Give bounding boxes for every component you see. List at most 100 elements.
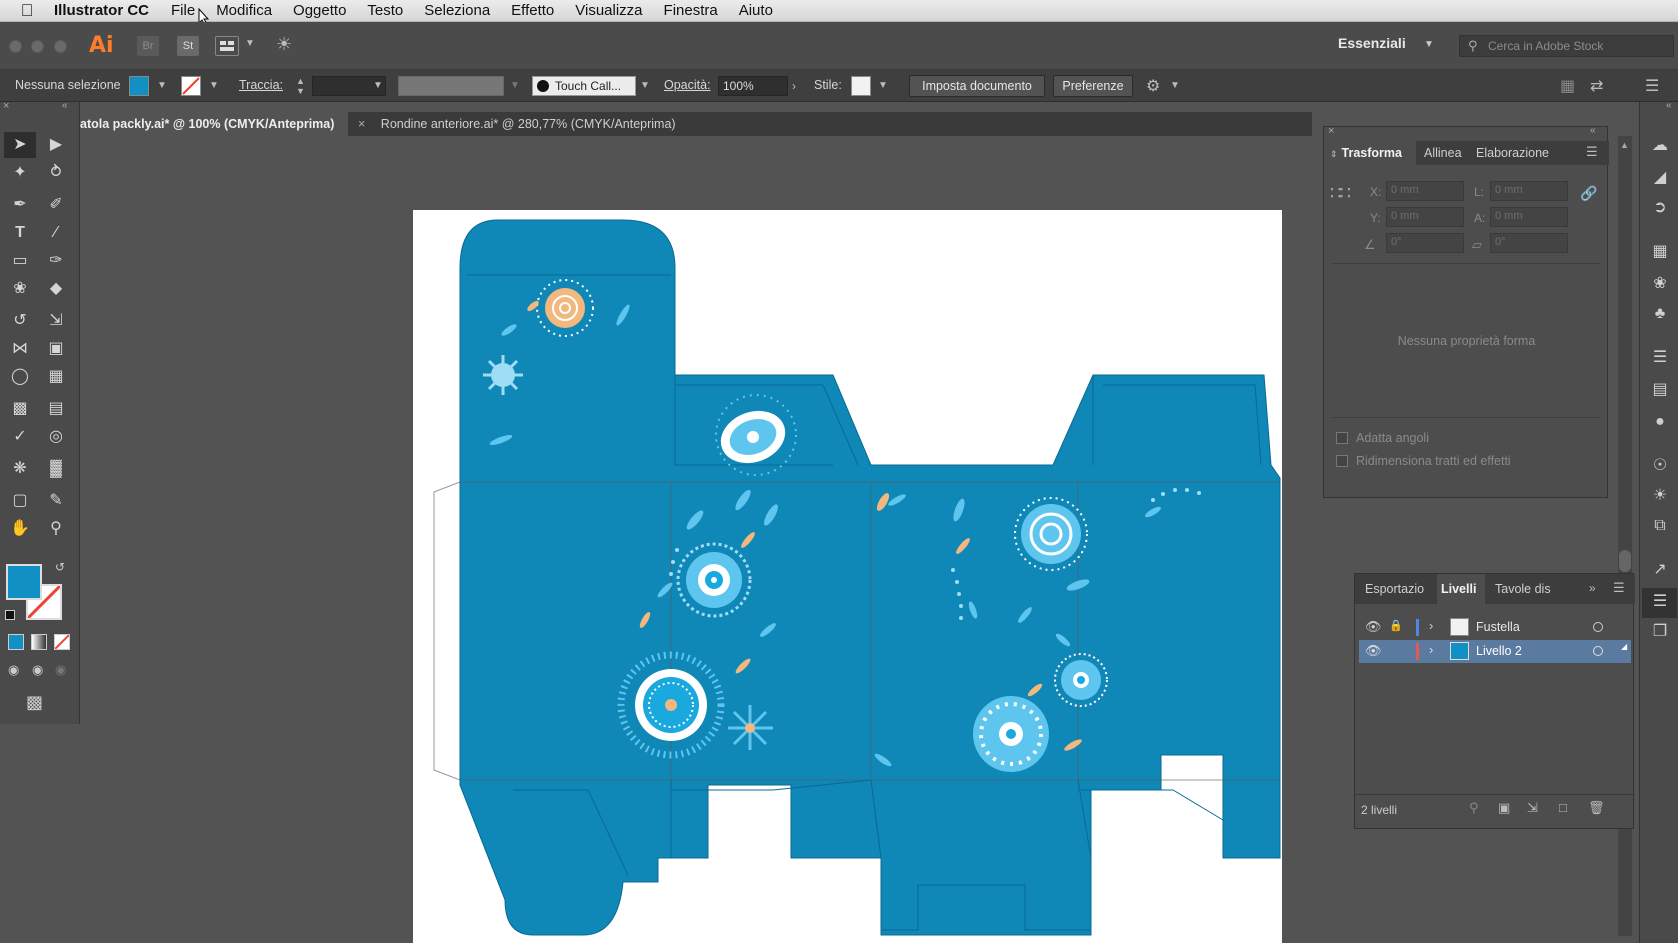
panel-menu-icon[interactable]: ☰ bbox=[1586, 144, 1598, 160]
variable-width-profile[interactable] bbox=[398, 76, 504, 96]
magic-wand-tool-icon[interactable]: ✦ bbox=[9, 162, 31, 184]
screen-mode-icon[interactable]: ▩ bbox=[26, 692, 43, 713]
stroke-swatch[interactable] bbox=[181, 76, 201, 96]
swatches-icon[interactable]: ▦ bbox=[1650, 242, 1670, 262]
symbols-icon[interactable]: ♣ bbox=[1650, 304, 1670, 324]
document-setup-button[interactable]: Imposta documento bbox=[909, 75, 1045, 97]
y-field[interactable]: 0 mm bbox=[1386, 207, 1464, 227]
ridimensiona-tratti-checkbox[interactable] bbox=[1336, 455, 1348, 467]
menu-visualizza[interactable]: Visualizza bbox=[575, 2, 642, 19]
isolate-icon[interactable]: ⇄ bbox=[1590, 76, 1603, 96]
curvature-tool-icon[interactable]: ✐ bbox=[45, 194, 67, 216]
hand-tool-icon[interactable]: ✋ bbox=[9, 518, 31, 540]
brush-definition[interactable]: Touch Call... bbox=[532, 76, 636, 96]
color-mode-icon[interactable] bbox=[8, 634, 24, 650]
height-field[interactable]: 0 mm bbox=[1490, 207, 1568, 227]
gpu-performance-icon[interactable]: ☀ bbox=[276, 34, 292, 55]
graphic-styles-icon[interactable]: ☀ bbox=[1650, 486, 1670, 506]
menu-effetto[interactable]: Effetto bbox=[511, 2, 554, 19]
chevron-right-icon[interactable]: › bbox=[1429, 618, 1433, 633]
new-layer-icon[interactable]: □ bbox=[1559, 800, 1567, 815]
stock-search-input[interactable]: ⚲ Cerca in Adobe Stock bbox=[1459, 35, 1674, 57]
menu-testo[interactable]: Testo bbox=[367, 2, 403, 19]
draw-behind-icon[interactable]: ◉ bbox=[32, 662, 43, 678]
lock-icon[interactable]: 🔒 bbox=[1389, 619, 1403, 632]
box-dieline-artwork[interactable] bbox=[413, 210, 1282, 943]
shear-field[interactable]: 0° bbox=[1490, 233, 1568, 253]
draw-normal-icon[interactable]: ◉ bbox=[8, 662, 19, 678]
shaper-tool-icon[interactable]: ❀ bbox=[9, 278, 31, 300]
close-panel-icon[interactable]: × bbox=[1328, 125, 1334, 137]
rectangle-tool-icon[interactable]: ▭ bbox=[9, 250, 31, 272]
symbol-sprayer-tool-icon[interactable]: ❋ bbox=[9, 458, 31, 480]
stroke-weight-stepper[interactable]: ▲▼ bbox=[296, 76, 308, 96]
arrange-documents-icon[interactable] bbox=[215, 36, 239, 56]
direct-selection-tool-icon[interactable]: ▶ bbox=[45, 134, 67, 156]
target-circle-icon[interactable] bbox=[1593, 646, 1603, 656]
more-tabs-icon[interactable]: » bbox=[1589, 581, 1596, 595]
visibility-eye-icon[interactable]: 👁 bbox=[1365, 643, 1382, 659]
properties-icon[interactable]: ◢ bbox=[1650, 168, 1670, 188]
type-tool-icon[interactable]: T bbox=[9, 222, 31, 244]
collapse-panel-icon[interactable]: « bbox=[1590, 125, 1596, 136]
chevron-up-icon[interactable]: ▲ bbox=[1620, 140, 1629, 150]
opacity-field[interactable]: 100% bbox=[718, 76, 788, 96]
pen-tool-icon[interactable]: ✒ bbox=[9, 194, 31, 216]
artboard[interactable] bbox=[413, 210, 1282, 943]
chevron-down-icon[interactable]: ▼ bbox=[640, 76, 652, 96]
eyedropper-tool-icon[interactable]: ✓ bbox=[9, 426, 31, 448]
chevron-down-icon[interactable]: ▼ bbox=[510, 76, 522, 96]
target-circle-icon[interactable] bbox=[1593, 622, 1603, 632]
appearance-icon[interactable]: ☉ bbox=[1650, 456, 1670, 476]
bridge-button[interactable]: Br bbox=[137, 36, 159, 56]
tab-elaborazione[interactable]: Elaborazione bbox=[1476, 141, 1566, 165]
opacity-label[interactable]: Opacità: bbox=[664, 78, 711, 92]
lasso-tool-icon[interactable]: ⥁ bbox=[45, 162, 67, 184]
minimize-window-button[interactable] bbox=[31, 40, 44, 53]
preferences-button[interactable]: Preferenze bbox=[1053, 75, 1133, 97]
slice-tool-icon[interactable]: ✎ bbox=[45, 490, 67, 512]
menu-finestra[interactable]: Finestra bbox=[664, 2, 718, 19]
menu-oggetto[interactable]: Oggetto bbox=[293, 2, 346, 19]
app-menu[interactable]: Illustrator CC bbox=[54, 2, 149, 19]
tab-allinea[interactable]: Allinea bbox=[1424, 141, 1474, 165]
workspace-switcher[interactable]: Essenziali bbox=[1338, 35, 1406, 51]
transparency-icon[interactable]: ● bbox=[1650, 412, 1670, 432]
close-tab-icon[interactable]: × bbox=[358, 117, 365, 131]
navigator-icon[interactable]: ➲ bbox=[1650, 198, 1670, 218]
chevron-down-icon[interactable]: ▼ bbox=[373, 76, 385, 96]
gradient-icon[interactable]: ▤ bbox=[1650, 380, 1670, 400]
menu-aiuto[interactable]: Aiuto bbox=[739, 2, 773, 19]
selection-tool-icon[interactable]: ➤ bbox=[9, 134, 31, 156]
chevron-down-icon[interactable]: ▼ bbox=[1170, 76, 1182, 96]
panel-menu-icon[interactable]: ☰ bbox=[1613, 580, 1625, 596]
blend-tool-icon[interactable]: ◎ bbox=[45, 426, 67, 448]
tab-tavole-disegno[interactable]: Tavole dis bbox=[1495, 574, 1565, 604]
close-window-button[interactable] bbox=[9, 40, 22, 53]
draw-inside-icon[interactable]: ◉ bbox=[55, 662, 66, 678]
panel-menu-icon[interactable]: ☰ bbox=[1645, 76, 1659, 96]
chevron-down-icon[interactable]: ▼ bbox=[245, 38, 255, 49]
tab-rondine-anteriore[interactable]: × Rondine anteriore.ai* @ 280,77% (CMYK/… bbox=[348, 112, 808, 136]
gradient-mode-icon[interactable] bbox=[31, 634, 47, 650]
artboard-tool-icon[interactable]: ▢ bbox=[9, 490, 31, 512]
align-options-icon[interactable]: ⚙ bbox=[1146, 76, 1160, 96]
line-tool-icon[interactable]: ∕ bbox=[45, 222, 67, 244]
collapse-panel-icon[interactable]: « bbox=[62, 100, 68, 111]
constrain-proportions-icon[interactable]: 🔗 bbox=[1580, 185, 1597, 202]
reference-point-icon[interactable]: ∷∷ bbox=[1330, 183, 1349, 204]
eraser-tool-icon[interactable]: ◆ bbox=[45, 278, 67, 300]
chevron-right-icon[interactable]: › bbox=[792, 76, 804, 96]
width-tool-icon[interactable]: ⋈ bbox=[9, 338, 31, 360]
chevron-down-icon[interactable]: ▼ bbox=[209, 76, 221, 96]
menu-file[interactable]: File bbox=[171, 2, 195, 19]
scrollbar-thumb[interactable] bbox=[1619, 550, 1631, 572]
stroke-label[interactable]: Traccia: bbox=[239, 78, 283, 92]
brushes-icon[interactable]: ❀ bbox=[1650, 274, 1670, 294]
perspective-grid-tool-icon[interactable]: ▦ bbox=[45, 366, 67, 388]
stroke-icon[interactable]: ☰ bbox=[1650, 348, 1670, 368]
tab-trasforma[interactable]: ⇕Trasforma bbox=[1324, 141, 1416, 165]
menu-seleziona[interactable]: Seleziona bbox=[424, 2, 490, 19]
x-field[interactable]: 0 mm bbox=[1386, 181, 1464, 201]
fill-color-swatch[interactable] bbox=[6, 564, 42, 600]
